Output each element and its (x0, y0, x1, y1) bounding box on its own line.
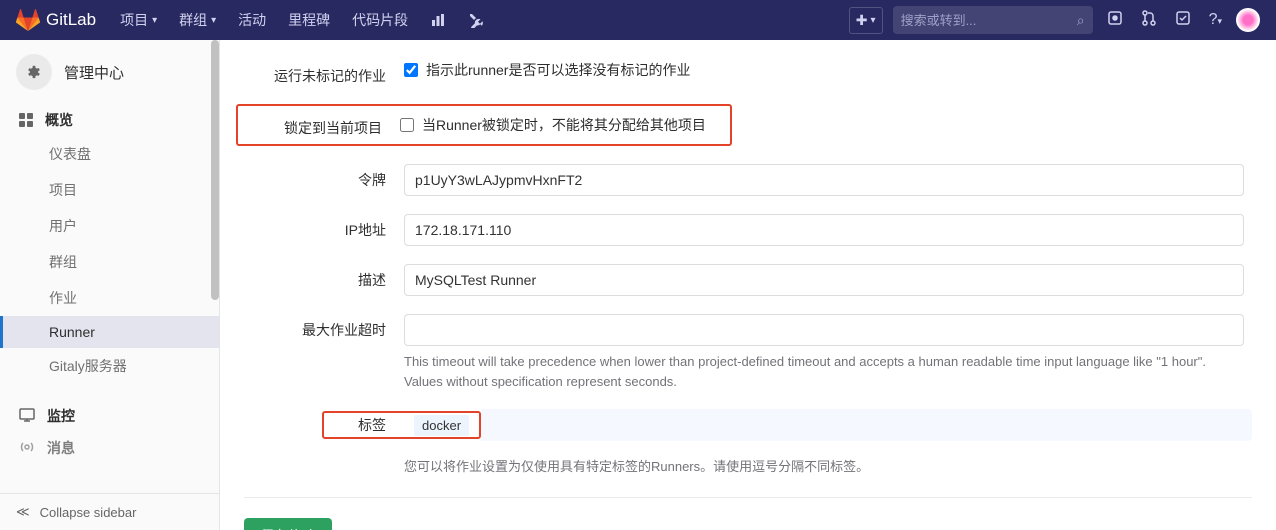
tags-highlight: 标签 docker (322, 411, 481, 439)
brand-text: GitLab (46, 10, 96, 30)
untagged-checkbox[interactable] (404, 63, 418, 77)
lock-highlight: 锁定到当前项目 当Runner被锁定时，不能将其分配给其他项目 (236, 104, 732, 146)
timeout-input[interactable] (404, 314, 1244, 346)
nav-snippets[interactable]: 代码片段 (344, 4, 416, 36)
user-avatar[interactable] (1236, 8, 1260, 32)
chevron-down-icon: ▾ (152, 15, 157, 26)
lock-checkbox[interactable] (400, 118, 414, 132)
search-input[interactable] (901, 13, 1077, 28)
sidebar-messages[interactable]: 消息 (0, 432, 219, 464)
nav-chart-icon[interactable] (422, 6, 454, 34)
issues-icon[interactable] (1103, 6, 1127, 35)
token-input[interactable] (404, 164, 1244, 196)
main-nav: 项目▾ 群组▾ 活动 里程碑 代码片段 (112, 4, 492, 36)
ip-label: IP地址 (244, 214, 404, 240)
collapse-icon: ≪ (16, 504, 30, 520)
nav-groups[interactable]: 群组▾ (171, 4, 224, 36)
sidebar-item-projects[interactable]: 项目 (0, 172, 219, 208)
lock-desc: 当Runner被锁定时，不能将其分配给其他项目 (422, 115, 706, 135)
search-icon: ⌕ (1077, 12, 1085, 29)
gear-icon (16, 54, 52, 90)
sidebar-overview[interactable]: 概览 (0, 104, 219, 136)
main-content: 运行未标记的作业 指示此runner是否可以选择没有标记的作业 锁定到当前项目 … (220, 40, 1276, 530)
sidebar-item-runner[interactable]: Runner (0, 316, 219, 348)
broadcast-icon (19, 439, 35, 458)
topbar-right: ✚▾ ⌕ ?▾ (849, 6, 1260, 35)
tag-value[interactable]: docker (414, 415, 469, 436)
nav-projects[interactable]: 项目▾ (112, 4, 165, 36)
sidebar-title: 管理中心 (64, 62, 124, 83)
plus-icon: ✚ (856, 12, 868, 29)
tags-help: 您可以将作业设置为仅使用具有特定标签的Runners。请使用逗号分隔不同标签。 (404, 457, 1244, 477)
nav-milestones[interactable]: 里程碑 (280, 4, 338, 36)
merge-requests-icon[interactable] (1137, 6, 1161, 35)
sidebar-monitoring[interactable]: 监控 (0, 400, 219, 432)
monitor-icon (19, 407, 35, 426)
token-label: 令牌 (244, 164, 404, 190)
sidebar-item-jobs[interactable]: 作业 (0, 280, 219, 316)
help-icon[interactable]: ?▾ (1205, 7, 1226, 33)
divider (244, 497, 1252, 498)
logo[interactable]: GitLab (16, 8, 96, 32)
tags-label: 标签 (324, 415, 404, 435)
chevron-down-icon: ▾ (871, 15, 876, 26)
desc-input[interactable] (404, 264, 1244, 296)
sidebar-item-gitaly[interactable]: Gitaly服务器 (0, 348, 219, 384)
sidebar: 管理中心 概览 仪表盘 项目 用户 群组 作业 Runner Gitaly服务器… (0, 40, 220, 530)
nav-wrench-icon[interactable] (460, 6, 492, 34)
desc-label: 描述 (244, 264, 404, 290)
timeout-help: This timeout will take precedence when l… (404, 352, 1244, 391)
save-button[interactable]: 保存修改 (244, 518, 332, 530)
untagged-label: 运行未标记的作业 (244, 60, 404, 86)
new-button[interactable]: ✚▾ (849, 7, 883, 34)
nav-activity[interactable]: 活动 (230, 4, 274, 36)
scrollbar[interactable] (211, 40, 219, 300)
tags-input[interactable] (481, 409, 1252, 441)
todos-icon[interactable] (1171, 6, 1195, 35)
sidebar-header: 管理中心 (0, 40, 219, 104)
sidebar-item-dashboard[interactable]: 仪表盘 (0, 136, 219, 172)
timeout-label: 最大作业超时 (244, 314, 404, 340)
sidebar-item-users[interactable]: 用户 (0, 208, 219, 244)
overview-icon (19, 113, 33, 127)
sidebar-item-groups[interactable]: 群组 (0, 244, 219, 280)
search-box[interactable]: ⌕ (893, 6, 1093, 34)
untagged-desc: 指示此runner是否可以选择没有标记的作业 (426, 60, 690, 80)
collapse-sidebar[interactable]: ≪ Collapse sidebar (0, 493, 219, 530)
gitlab-icon (16, 8, 40, 32)
chevron-down-icon: ▾ (211, 15, 216, 26)
lock-label: 锁定到当前项目 (248, 112, 400, 138)
ip-input[interactable] (404, 214, 1244, 246)
topbar: GitLab 项目▾ 群组▾ 活动 里程碑 代码片段 ✚▾ ⌕ ?▾ (0, 0, 1276, 40)
